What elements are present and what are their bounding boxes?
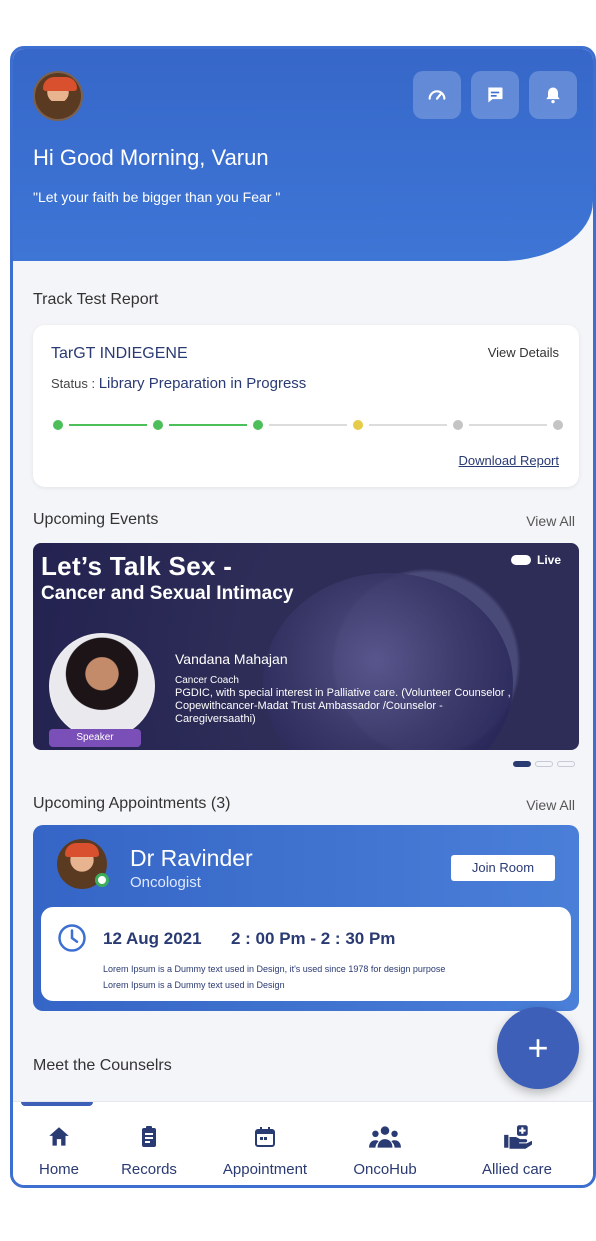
pager-dot[interactable] [557,761,575,767]
records-icon [142,1126,156,1147]
bell-icon-button[interactable] [529,71,577,119]
live-badge: Live [510,553,561,567]
appointment-desc-line2: Lorem Ipsum is a Dummy text used in Desi… [103,980,285,990]
gauge-icon [428,90,446,100]
pager-dot[interactable] [513,761,531,767]
progress-tracker [53,419,563,431]
carousel-pager[interactable] [513,761,575,767]
quote-text: "Let your faith be bigger than you Fear … [33,189,281,205]
tab-records[interactable]: Records [117,1124,181,1178]
event-banner[interactable]: Let’s Talk Sex - Cancer and Sexual Intim… [33,543,579,750]
tab-allied-care-label: Allied care [481,1161,553,1178]
speaker-name: Vandana Mahajan [175,651,288,667]
appointment-time: 2 : 00 Pm - 2 : 30 Pm [231,929,396,948]
allied-care-icon [504,1125,534,1149]
events-section-title: Upcoming Events [33,511,159,528]
header: Hi Good Morning, Varun "Let your faith b… [13,49,593,261]
active-tab-indicator [21,1102,93,1106]
progress-step [453,420,463,430]
bell-icon [546,87,560,104]
download-report-link[interactable]: Download Report [459,453,559,468]
progress-step [153,420,163,430]
tab-appointment-label: Appointment [222,1161,308,1178]
status-label: Status : [51,376,96,391]
online-status-icon [95,873,109,887]
pager-dot[interactable] [535,761,553,767]
appointment-date: 12 Aug 2021 [103,929,202,948]
live-toggle-icon [510,555,531,565]
status-line: Status : Library Preparation in Progress [51,375,306,392]
progress-step [353,420,363,430]
doctor-name: Dr Ravinder [130,845,253,871]
gauge-icon-button[interactable] [413,71,461,119]
bottom-tab-bar: Home Records Appointment OncoHub Allied … [13,1101,593,1185]
speaker-role: Cancer Coach [175,675,239,686]
doctor-specialty: Oncologist [130,874,201,891]
join-room-button[interactable]: Join Room [451,855,555,881]
live-label: Live [536,553,561,567]
progress-segment [169,424,247,426]
greeting-title: Hi Good Morning, Varun [33,145,269,170]
track-section-title: Track Test Report [33,291,159,308]
event-title: Let’s Talk Sex - [41,551,233,581]
event-subtitle: Cancer and Sexual Intimacy [41,583,294,604]
home-icon [49,1127,69,1146]
tab-appointment[interactable]: Appointment [213,1124,317,1178]
chat-icon [488,87,503,103]
clock-icon [58,924,86,952]
events-view-all-link[interactable]: View All [526,513,575,529]
progress-step [253,420,263,430]
view-details-link[interactable]: View Details [488,345,559,360]
status-value: Library Preparation in Progress [98,375,307,392]
progress-segment [469,424,547,426]
appointment-card[interactable]: Dr Ravinder Oncologist Join Room 12 Aug … [33,825,579,1011]
tab-oncohub-label: OncoHub [353,1161,417,1178]
speaker-description: PGDIC, with special interest in Palliati… [175,687,511,725]
progress-segment [269,424,347,426]
tab-home[interactable]: Home [33,1124,85,1178]
appointment-details: 12 Aug 2021 2 : 00 Pm - 2 : 30 Pm Lorem … [41,907,571,1001]
progress-segment [69,424,147,426]
appointments-view-all-link[interactable]: View All [526,797,575,813]
tab-home-label: Home [38,1161,79,1178]
app-screen: Hi Good Morning, Varun "Let your faith b… [10,46,596,1188]
add-button[interactable]: + [497,1007,579,1089]
avatar[interactable] [33,71,83,121]
progress-segment [369,424,447,426]
appointment-desc-line1: Lorem Ipsum is a Dummy text used in Desi… [103,964,446,974]
progress-step [53,420,63,430]
appointments-section-title: Upcoming Appointments (3) [33,795,231,812]
counselors-section-title: Meet the Counselrs [33,1057,172,1074]
tab-records-label: Records [121,1161,177,1178]
speaker-tag: Speaker [49,729,141,747]
calendar-icon [255,1127,275,1147]
tab-allied-care[interactable]: Allied care [475,1124,559,1178]
chat-icon-button[interactable] [471,71,519,119]
speaker-photo [49,633,155,739]
community-icon [369,1126,401,1148]
track-report-card: TarGT INDIEGENE View Details Status : Li… [33,325,579,487]
appointment-description: Lorem Ipsum is a Dummy text used in Desi… [103,961,563,993]
tab-oncohub[interactable]: OncoHub [349,1124,421,1178]
plus-icon: + [527,1027,549,1068]
progress-step [553,420,563,430]
test-name: TarGT INDIEGENE [51,345,188,362]
doctor-avatar [57,839,109,889]
